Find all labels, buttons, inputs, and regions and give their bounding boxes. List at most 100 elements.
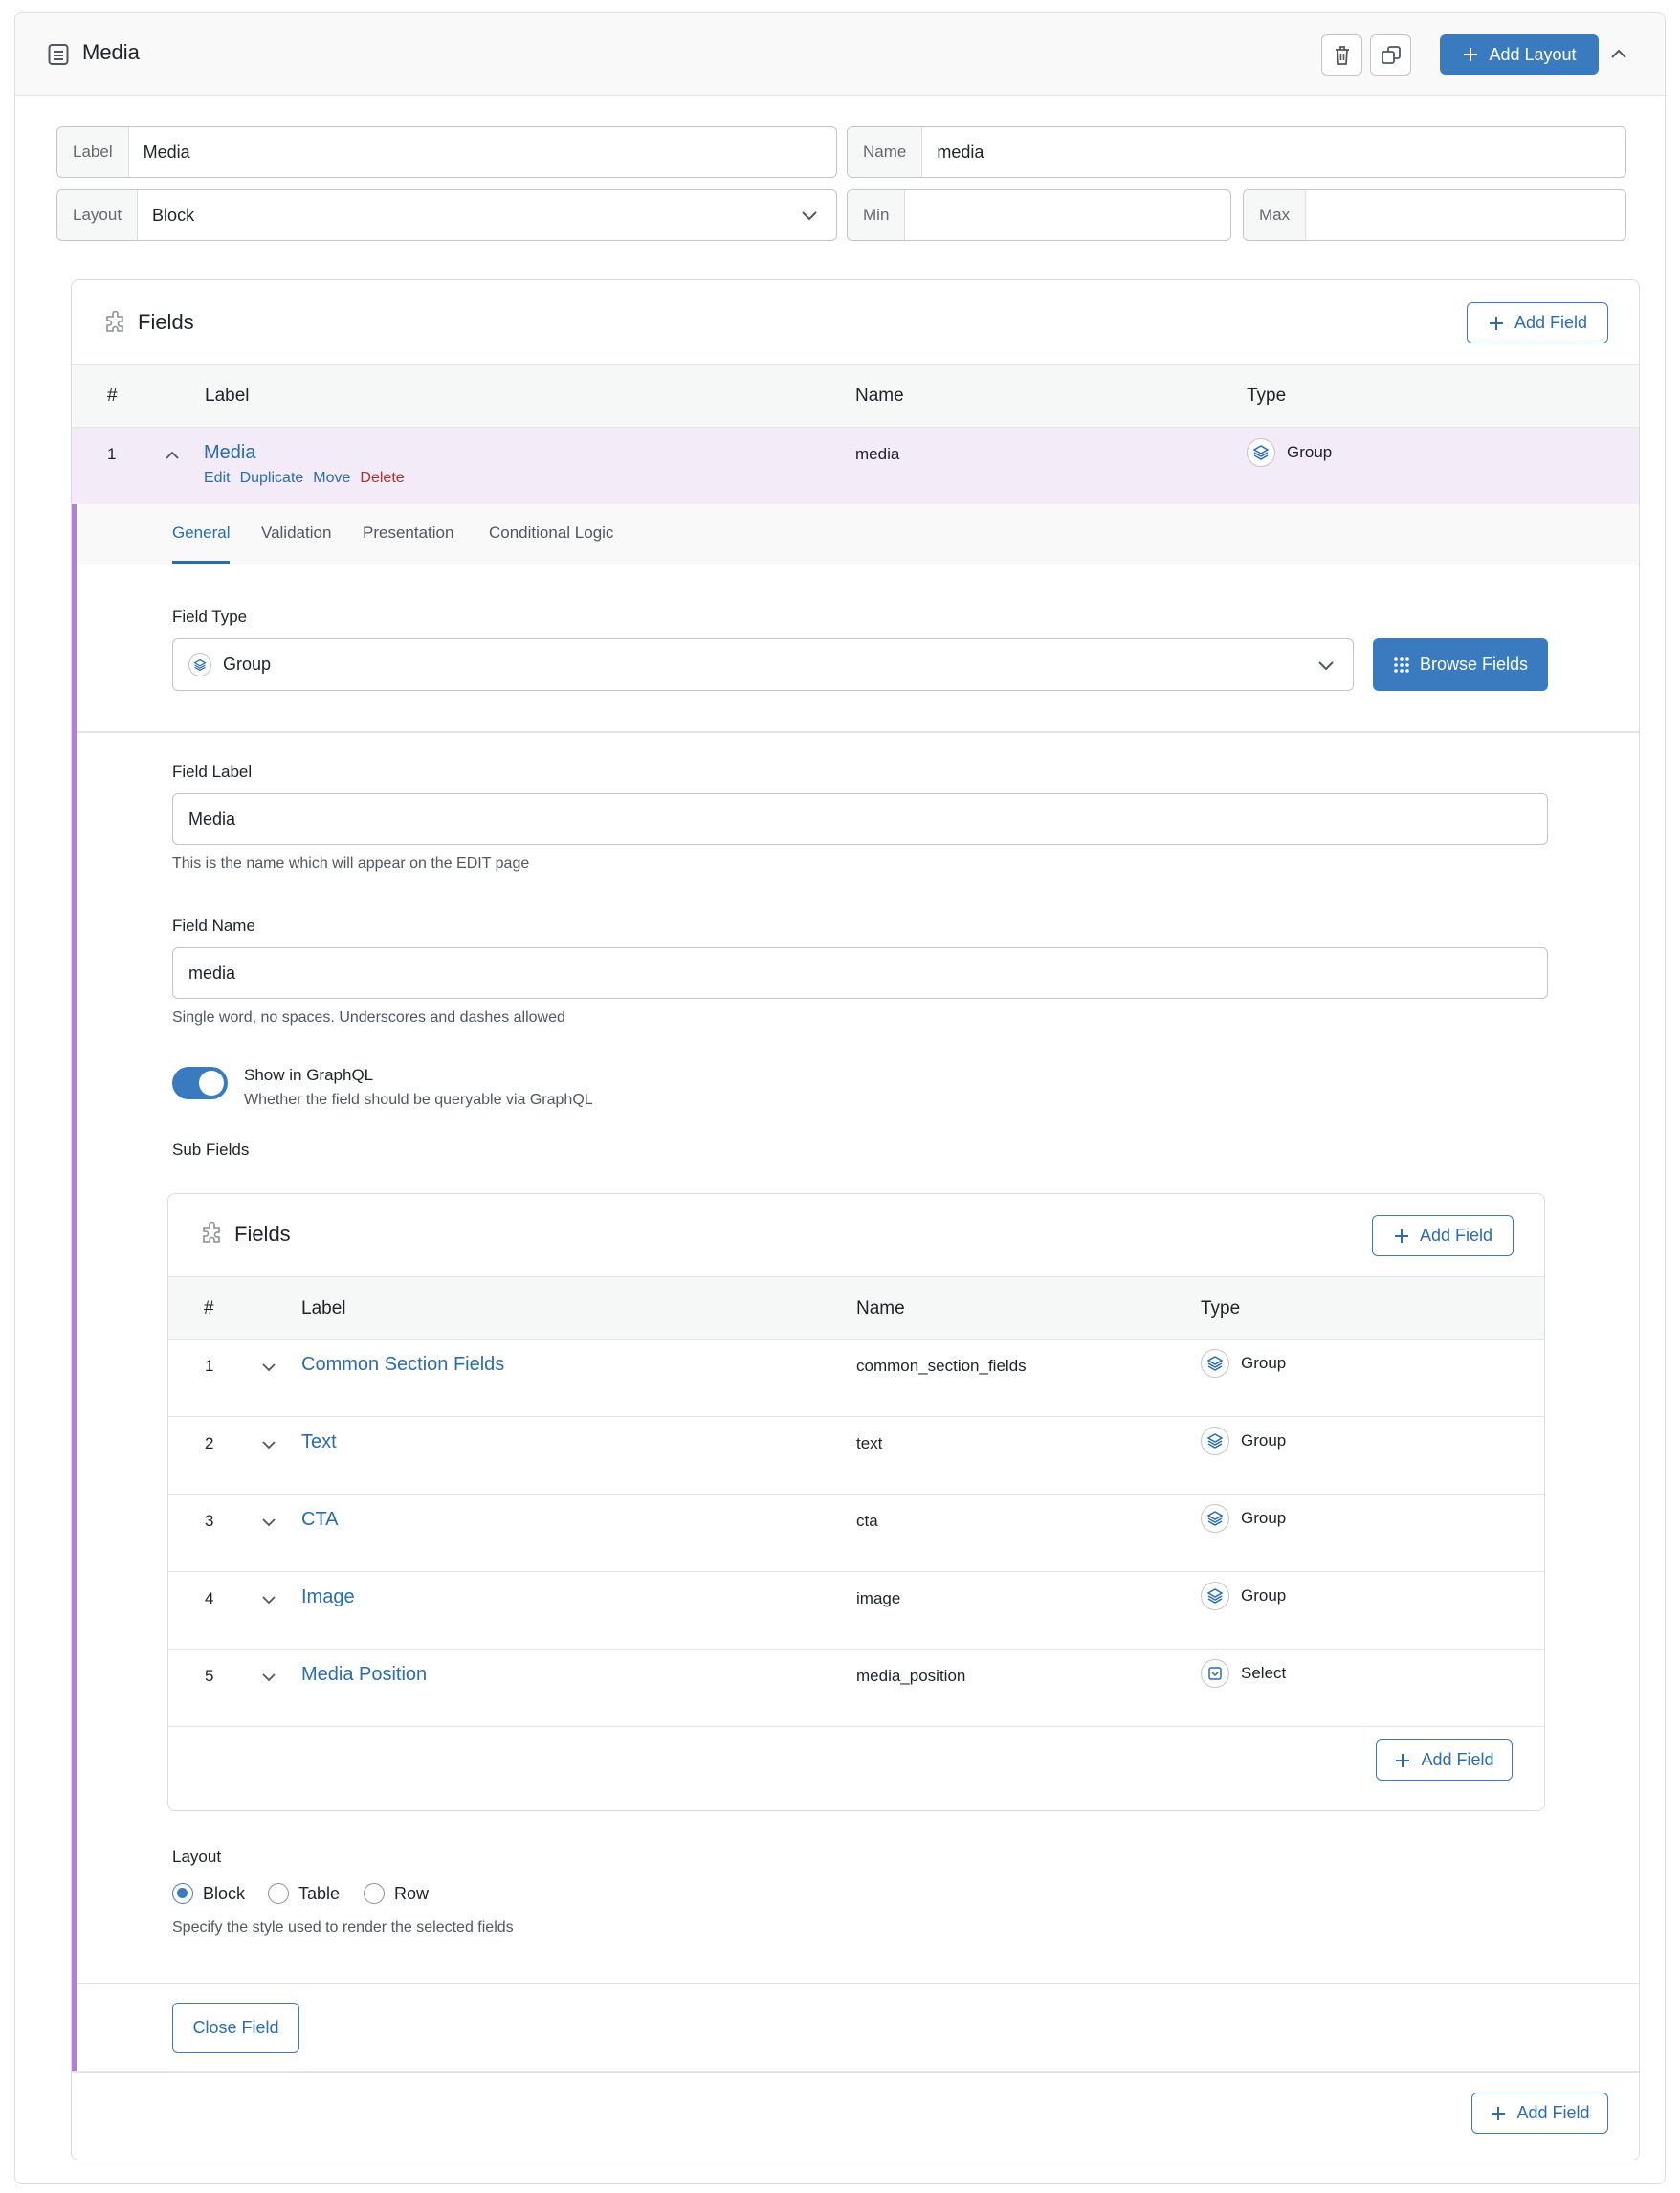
layout-label-field[interactable]: Label Media bbox=[56, 126, 837, 178]
add-field-label: Add Field bbox=[1514, 313, 1588, 332]
row-name: media bbox=[855, 445, 900, 463]
radio-button[interactable] bbox=[268, 1883, 289, 1904]
sub-row-type: Group bbox=[1201, 1427, 1286, 1455]
layout-type-select[interactable]: Block bbox=[138, 190, 836, 240]
radio-block[interactable]: Block bbox=[172, 1883, 245, 1904]
sub-fields-table-header: # Label Name Type bbox=[168, 1276, 1544, 1340]
chevron-down-icon[interactable] bbox=[260, 1359, 277, 1376]
sub-row-label-link[interactable]: CTA bbox=[301, 1509, 339, 1531]
chevron-down-icon bbox=[1318, 661, 1334, 671]
sub-row-label-link[interactable]: Text bbox=[301, 1431, 337, 1453]
field-label-input[interactable]: Media bbox=[172, 793, 1548, 845]
col-label: Label bbox=[301, 1298, 346, 1318]
sub-field-row[interactable]: 4 Image image Group bbox=[168, 1572, 1544, 1650]
chevron-up-icon[interactable] bbox=[164, 447, 181, 464]
sub-layout-label: Layout bbox=[172, 1848, 222, 1866]
layout-max-input[interactable] bbox=[1306, 190, 1625, 240]
chevron-down-icon[interactable] bbox=[260, 1436, 277, 1453]
tab-conditional-logic[interactable]: Conditional Logic bbox=[489, 523, 613, 543]
sub-field-row[interactable]: 5 Media Position media_position Select bbox=[168, 1650, 1544, 1727]
sub-row-label-link[interactable]: Media Position bbox=[301, 1664, 427, 1686]
sub-row-type-label: Group bbox=[1241, 1586, 1287, 1605]
graphql-hint: Whether the field should be queryable vi… bbox=[244, 1092, 593, 1108]
add-field-label: Add Field bbox=[1516, 2103, 1590, 2122]
add-field-button-top[interactable]: Add Field bbox=[1467, 302, 1608, 343]
layout-type-value: Block bbox=[152, 205, 195, 225]
col-num: # bbox=[204, 1298, 214, 1318]
fields-table-header: # Label Name Type bbox=[72, 364, 1639, 428]
layout-name-input[interactable]: media bbox=[922, 127, 1625, 177]
edit-link[interactable]: Edit bbox=[204, 470, 231, 487]
layout-min-input[interactable] bbox=[905, 190, 1230, 240]
delete-layout-button[interactable] bbox=[1321, 34, 1362, 76]
row-actions: Edit Duplicate Move Delete bbox=[204, 470, 405, 487]
radio-row[interactable]: Row bbox=[364, 1883, 429, 1904]
field-name-input[interactable]: media bbox=[172, 947, 1548, 999]
sub-layout-hint: Specify the style used to render the sel… bbox=[172, 1919, 514, 1936]
copy-icon bbox=[1381, 45, 1401, 64]
field-label-label: Field Label bbox=[172, 763, 253, 781]
sub-row-num: 4 bbox=[205, 1589, 214, 1607]
layout-label-input[interactable]: Media bbox=[129, 127, 836, 177]
field-label-hint: This is the name which will appear on th… bbox=[172, 855, 530, 872]
sub-row-type: Select bbox=[1201, 1659, 1286, 1688]
field-name-label: Field Name bbox=[172, 917, 255, 935]
duplicate-layout-button[interactable] bbox=[1370, 34, 1411, 76]
radio-block-label: Block bbox=[203, 1883, 246, 1903]
chevron-down-icon bbox=[802, 211, 817, 221]
sub-field-row[interactable]: 1 Common Section Fields common_section_f… bbox=[168, 1340, 1544, 1417]
layout-icon[interactable] bbox=[48, 43, 69, 66]
max-prefix: Max bbox=[1244, 190, 1307, 240]
plus-icon bbox=[1492, 2106, 1506, 2120]
tab-general[interactable]: General bbox=[172, 523, 231, 564]
tab-validation[interactable]: Validation bbox=[261, 523, 331, 543]
field-type-select[interactable]: Group bbox=[172, 638, 1354, 691]
sub-row-type: Group bbox=[1201, 1582, 1286, 1610]
fields-title: Fields bbox=[138, 310, 194, 334]
layout-name-field[interactable]: Name media bbox=[847, 126, 1626, 178]
sub-row-name: text bbox=[856, 1434, 883, 1452]
radio-button-checked[interactable] bbox=[172, 1883, 193, 1904]
collapse-layout-chevron-up-icon[interactable] bbox=[1606, 42, 1631, 67]
row-label-link[interactable]: Media bbox=[204, 442, 255, 464]
close-field-label: Close Field bbox=[192, 2018, 279, 2037]
close-field-button[interactable]: Close Field bbox=[172, 2003, 299, 2053]
sub-row-type-label: Select bbox=[1241, 1664, 1287, 1682]
add-field-button-bottom[interactable]: Add Field bbox=[1471, 2093, 1608, 2134]
min-prefix: Min bbox=[848, 190, 906, 240]
add-layout-button[interactable]: Add Layout bbox=[1440, 34, 1599, 75]
sub-row-num: 3 bbox=[205, 1512, 214, 1530]
radio-table[interactable]: Table bbox=[268, 1883, 340, 1904]
duplicate-link[interactable]: Duplicate bbox=[240, 470, 304, 487]
sub-add-field-button-top[interactable]: Add Field bbox=[1372, 1215, 1514, 1256]
sub-row-name: common_section_fields bbox=[856, 1357, 1027, 1375]
move-link[interactable]: Move bbox=[313, 470, 350, 487]
layout-type-field[interactable]: Layout Block bbox=[56, 189, 837, 241]
tab-presentation[interactable]: Presentation bbox=[363, 523, 453, 543]
layers-icon bbox=[1201, 1427, 1229, 1455]
puzzle-icon bbox=[106, 311, 123, 332]
sub-field-row[interactable]: 2 Text text Group bbox=[168, 1417, 1544, 1495]
sub-row-num: 5 bbox=[205, 1667, 214, 1685]
layout-max-field[interactable]: Max bbox=[1243, 189, 1626, 241]
delete-link[interactable]: Delete bbox=[360, 470, 404, 487]
sub-row-label-link[interactable]: Common Section Fields bbox=[301, 1354, 504, 1376]
field-row-active[interactable]: 1 Media Edit Duplicate Move Delete media… bbox=[72, 428, 1639, 504]
sub-add-field-button-bottom[interactable]: Add Field bbox=[1376, 1739, 1513, 1781]
sub-row-label-link[interactable]: Image bbox=[301, 1586, 355, 1608]
col-num: # bbox=[107, 386, 118, 406]
radio-button[interactable] bbox=[364, 1883, 385, 1904]
layers-icon bbox=[1201, 1504, 1229, 1533]
chevron-down-icon[interactable] bbox=[260, 1591, 277, 1608]
graphql-label: Show in GraphQL bbox=[244, 1066, 374, 1084]
layout-title: Media bbox=[82, 40, 140, 64]
chevron-down-icon[interactable] bbox=[260, 1669, 277, 1686]
sub-field-row[interactable]: 3 CTA cta Group bbox=[168, 1495, 1544, 1572]
layout-min-field[interactable]: Min bbox=[847, 189, 1231, 241]
add-field-label: Add Field bbox=[1421, 1750, 1494, 1769]
chevron-down-icon[interactable] bbox=[260, 1514, 277, 1531]
graphql-toggle[interactable] bbox=[172, 1067, 228, 1099]
browse-fields-button[interactable]: Browse Fields bbox=[1373, 638, 1548, 691]
sub-row-type: Group bbox=[1201, 1504, 1286, 1533]
layers-icon bbox=[188, 653, 211, 676]
